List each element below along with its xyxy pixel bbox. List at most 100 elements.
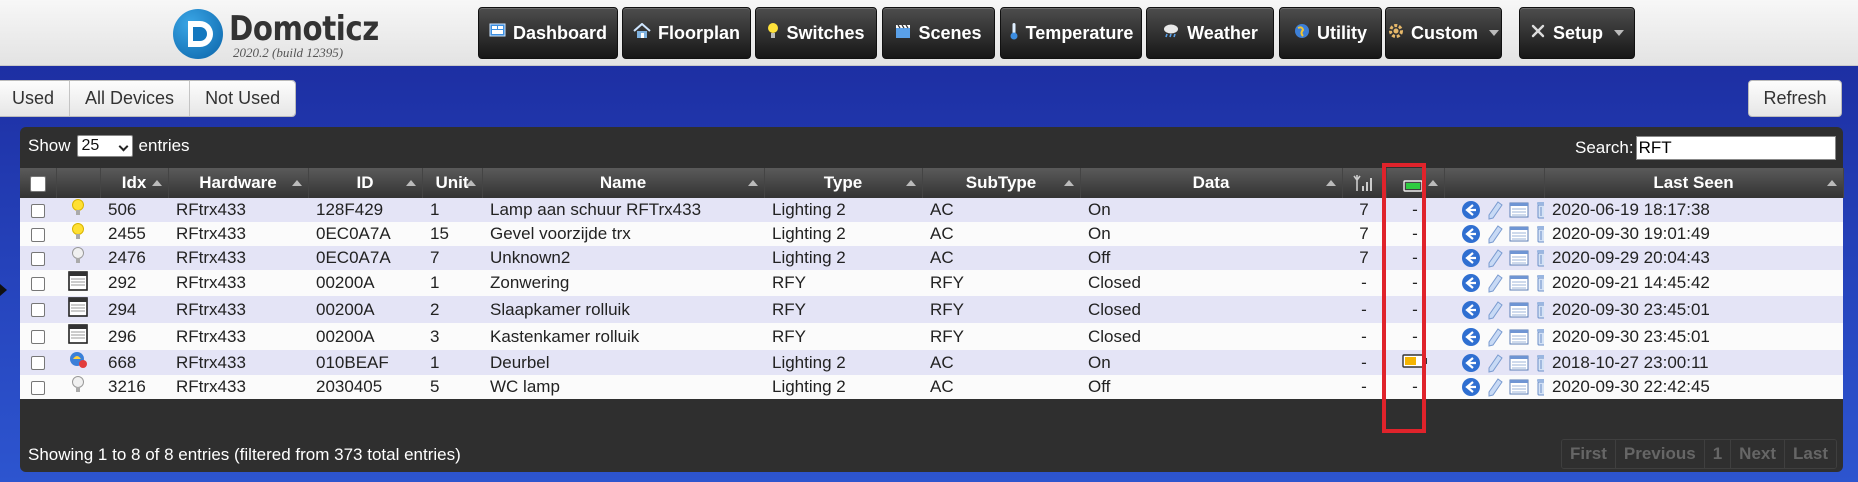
- back-icon[interactable]: [1460, 299, 1482, 321]
- edit-pencil-icon[interactable]: [1484, 352, 1506, 374]
- edit-pencil-icon[interactable]: [1484, 223, 1506, 245]
- doorbell-icon[interactable]: [68, 352, 88, 374]
- row-checkbox[interactable]: [31, 356, 45, 371]
- lightbulb-off-icon[interactable]: [71, 247, 85, 269]
- cell-type: Lighting 2: [764, 246, 922, 270]
- cell-subtype: RFY: [922, 270, 1080, 296]
- row-checkbox[interactable]: [31, 227, 45, 242]
- row-checkbox[interactable]: [31, 330, 45, 345]
- column-header-idx[interactable]: Idx: [100, 168, 169, 198]
- table-row[interactable]: 296 RFtrx433 00200A 3 Kastenkamer rolluik RFY…: [20, 323, 1843, 350]
- refresh-button[interactable]: Refresh: [1748, 80, 1842, 117]
- delete-trash-icon[interactable]: [1532, 376, 1544, 398]
- nav-utility[interactable]: Utility: [1279, 7, 1382, 59]
- row-actions: [1452, 247, 1544, 269]
- side-panel-toggle-icon[interactable]: [0, 284, 7, 296]
- nav-scenes[interactable]: Scenes: [882, 7, 995, 59]
- cell-name: WC lamp: [482, 375, 764, 399]
- tab-used[interactable]: Used: [0, 81, 71, 116]
- table-row[interactable]: 2476 RFtrx433 0EC0A7A 7 Unknown2 Lighting 2 AC…: [20, 246, 1843, 270]
- nav-temperature[interactable]: Temperature: [1000, 7, 1142, 59]
- nav-dashboard[interactable]: Dashboard: [478, 7, 618, 59]
- row-checkbox[interactable]: [31, 276, 45, 291]
- edit-pencil-icon[interactable]: [1484, 272, 1506, 294]
- table-row[interactable]: 668 RFtrx433 010BEAF 1 Deurbel Lighting 2 AC On…: [20, 350, 1843, 375]
- edit-pencil-icon[interactable]: [1484, 326, 1506, 348]
- domoticz-logo[interactable]: Domoticz 2020.2 (build 12395): [171, 7, 381, 63]
- lightbulb-on-icon[interactable]: [71, 223, 85, 245]
- tools-icon: [1530, 23, 1546, 44]
- table-row[interactable]: 294 RFtrx433 00200A 2 Slaapkamer rolluik RFY R…: [20, 296, 1843, 323]
- log-icon[interactable]: [1508, 247, 1530, 269]
- delete-trash-icon[interactable]: [1532, 272, 1544, 294]
- delete-trash-icon[interactable]: [1532, 199, 1544, 221]
- column-header-signal[interactable]: [1342, 168, 1400, 198]
- cell-subtype: RFY: [922, 296, 1080, 323]
- cell-unit: 5: [422, 375, 482, 399]
- blinds-icon[interactable]: [68, 297, 88, 321]
- cell-data: On: [1080, 350, 1342, 375]
- log-icon[interactable]: [1508, 223, 1530, 245]
- row-checkbox[interactable]: [31, 303, 45, 318]
- lightbulb-on-icon[interactable]: [71, 199, 85, 221]
- table-row[interactable]: 3216 RFtrx433 2030405 5 WC lamp Lighting 2 AC O…: [20, 375, 1843, 399]
- delete-trash-icon[interactable]: [1532, 223, 1544, 245]
- edit-pencil-icon[interactable]: [1484, 376, 1506, 398]
- column-header-subtype[interactable]: SubType: [922, 168, 1081, 198]
- select-all-checkbox[interactable]: [29, 175, 46, 192]
- search-input[interactable]: RFT: [1635, 136, 1836, 160]
- lightbulb-off-icon[interactable]: [71, 376, 85, 398]
- row-checkbox[interactable]: [31, 380, 45, 395]
- page-length-select[interactable]: 25: [76, 135, 133, 157]
- table-row[interactable]: 2455 RFtrx433 0EC0A7A 15 Gevel voorzijde trx…: [20, 222, 1843, 246]
- edit-pencil-icon[interactable]: [1484, 247, 1506, 269]
- pager-first-button[interactable]: First: [1562, 440, 1616, 468]
- back-icon[interactable]: [1460, 326, 1482, 348]
- tab-not-used[interactable]: Not Used: [190, 81, 296, 116]
- back-icon[interactable]: [1460, 352, 1482, 374]
- cell-data: Closed: [1080, 296, 1342, 323]
- nav-floorplan[interactable]: Floorplan: [622, 7, 751, 59]
- column-header-type[interactable]: Type: [764, 168, 923, 198]
- edit-pencil-icon[interactable]: [1484, 199, 1506, 221]
- back-icon[interactable]: [1460, 199, 1482, 221]
- delete-trash-icon[interactable]: [1532, 326, 1544, 348]
- back-icon[interactable]: [1460, 247, 1482, 269]
- delete-trash-icon[interactable]: [1532, 299, 1544, 321]
- log-icon[interactable]: [1508, 299, 1530, 321]
- column-header-hardware[interactable]: Hardware: [168, 168, 309, 198]
- tab-all-devices[interactable]: All Devices: [70, 81, 191, 116]
- log-icon[interactable]: [1508, 326, 1530, 348]
- back-icon[interactable]: [1460, 376, 1482, 398]
- blinds-icon[interactable]: [68, 324, 88, 348]
- nav-switches[interactable]: Switches: [755, 7, 877, 59]
- log-icon[interactable]: [1508, 352, 1530, 374]
- row-checkbox[interactable]: [31, 203, 45, 218]
- nav-custom[interactable]: Custom: [1385, 7, 1502, 59]
- actions-cell: [1444, 222, 1544, 246]
- edit-pencil-icon[interactable]: [1484, 299, 1506, 321]
- column-header-unit[interactable]: Unit: [422, 168, 483, 198]
- row-checkbox[interactable]: [31, 251, 45, 266]
- column-header-last-seen[interactable]: Last Seen: [1544, 168, 1844, 198]
- pager-page-1-button[interactable]: 1: [1704, 440, 1732, 468]
- nav-setup[interactable]: Setup: [1519, 7, 1635, 59]
- log-icon[interactable]: [1508, 199, 1530, 221]
- blinds-icon[interactable]: [68, 270, 88, 295]
- column-header-name[interactable]: Name: [482, 168, 765, 198]
- delete-trash-icon[interactable]: [1532, 247, 1544, 269]
- pager-next-button[interactable]: Next: [1731, 440, 1786, 468]
- log-icon[interactable]: [1508, 376, 1530, 398]
- back-icon[interactable]: [1460, 272, 1482, 294]
- log-icon[interactable]: [1508, 272, 1530, 294]
- table-row[interactable]: 292 RFtrx433 00200A 1 Zonwering RFY RFY Closed -…: [20, 270, 1843, 296]
- pager-previous-button[interactable]: Previous: [1615, 440, 1705, 468]
- back-icon[interactable]: [1460, 223, 1482, 245]
- delete-trash-icon[interactable]: [1532, 352, 1544, 374]
- column-header-data[interactable]: Data: [1080, 168, 1343, 198]
- column-header-id[interactable]: ID: [308, 168, 423, 198]
- pager-last-button[interactable]: Last: [1785, 440, 1836, 468]
- table-row[interactable]: 506 RFtrx433 128F429 1 Lamp aan schuur RFTrx…: [20, 198, 1843, 222]
- nav-weather[interactable]: Weather: [1146, 7, 1274, 59]
- select-all-header[interactable]: [20, 168, 57, 198]
